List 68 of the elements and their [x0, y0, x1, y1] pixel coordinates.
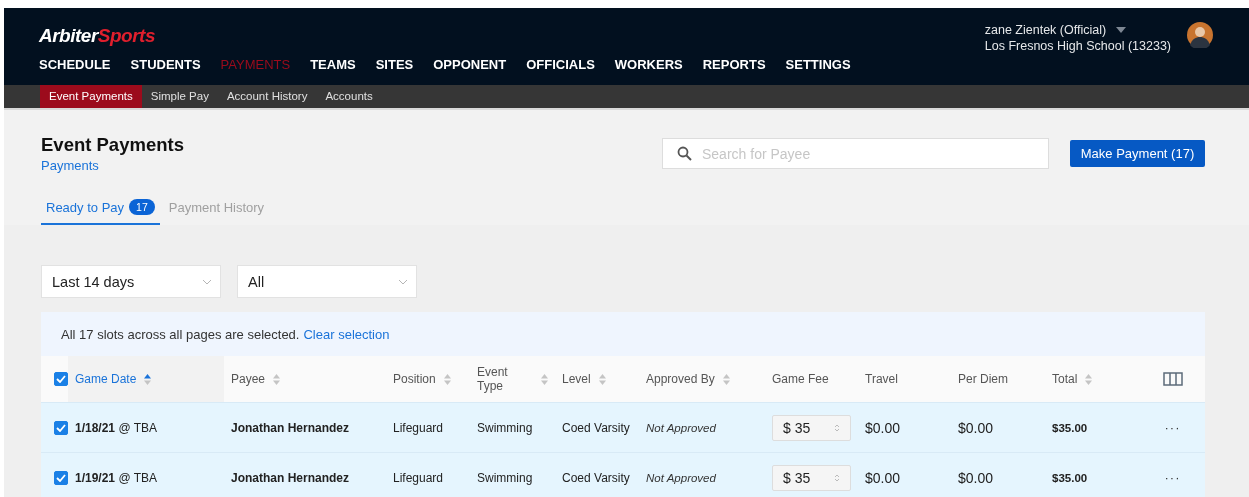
filter-dropdown[interactable]: All — [237, 265, 417, 298]
clear-selection-link[interactable]: Clear selection — [303, 326, 390, 342]
columns-icon[interactable] — [1162, 372, 1183, 386]
column-header[interactable]: Approved By — [639, 356, 765, 402]
nav-item[interactable]: SITES — [375, 57, 414, 72]
table-cell: Lifeguard — [393, 420, 444, 435]
column-header[interactable]: Total — [1045, 356, 1140, 402]
subnav-item[interactable]: Event Payments — [40, 85, 142, 108]
per-diem-cell: $0.00 — [958, 469, 994, 486]
column-header[interactable]: Game Date — [68, 356, 224, 402]
game-date-cell: 1/19/21 @ TBA — [75, 470, 158, 485]
payee-cell: Jonathan Hernandez — [231, 470, 350, 485]
tab-label[interactable]: Ready to Pay — [46, 199, 125, 215]
avatar-icon[interactable] — [1187, 22, 1213, 48]
nav-item[interactable]: SCHEDULE — [39, 57, 111, 72]
nav-item[interactable]: REPORTS — [702, 57, 766, 72]
search-field[interactable]: Search for Payee — [662, 138, 1049, 169]
nav-item[interactable]: OFFICIALS — [526, 57, 595, 72]
select-all-checkbox[interactable] — [54, 372, 68, 386]
user-name[interactable]: zane Zientek (Official) — [984, 22, 1107, 38]
count-badge: 17 — [129, 199, 155, 215]
selection-message: All 17 slots across all pages are selected. — [61, 326, 300, 342]
search-icon — [677, 146, 692, 161]
more-menu[interactable]: ··· — [1164, 470, 1181, 485]
game-fee-field[interactable]: $ 35 — [772, 464, 851, 491]
filter-dropdown[interactable]: Last 14 days — [41, 265, 221, 298]
subnav-item[interactable]: Accounts — [316, 85, 382, 108]
nav-item[interactable]: WORKERS — [614, 57, 683, 72]
nav-item[interactable]: TEAMS — [310, 57, 356, 72]
subnav-item[interactable]: Simple Pay — [141, 85, 218, 108]
tab[interactable]: Ready to Pay 17 — [41, 199, 160, 225]
column-header[interactable]: Game Fee — [765, 356, 858, 402]
make-payment-button[interactable]: Make Payment (17) — [1070, 140, 1205, 167]
chevron-icon — [202, 278, 212, 285]
game-date-cell: 1/18/21 @ TBA — [75, 420, 158, 435]
table-cell: Swimming — [477, 470, 533, 485]
total-cell: $35.00 — [1052, 421, 1088, 434]
nav-item[interactable]: STUDENTS — [130, 57, 201, 72]
approval-status: Not Approved — [646, 471, 716, 484]
game-fee-field[interactable]: $ 35 — [772, 414, 851, 441]
total-cell: $35.00 — [1052, 471, 1088, 484]
logo[interactable]: ArbiterSports — [39, 25, 155, 47]
table-cell: Coed Varsity — [562, 420, 630, 435]
travel-cell: $0.00 — [865, 469, 901, 486]
approval-status: Not Approved — [646, 421, 716, 434]
row-checkbox[interactable] — [54, 470, 68, 485]
chevron-icon — [398, 278, 408, 285]
travel-cell: $0.00 — [865, 419, 901, 436]
column-header[interactable]: Event Type — [470, 356, 555, 402]
organization-name: Los Fresnos High School (13233) — [984, 38, 1171, 54]
nav-item[interactable]: SETTINGS — [785, 57, 851, 72]
table-cell: Lifeguard — [393, 470, 444, 485]
page-title: Event Payments — [41, 134, 184, 156]
column-header[interactable]: Payee — [224, 356, 386, 402]
column-header[interactable]: Level — [555, 356, 639, 402]
table-cell: Coed Varsity — [562, 470, 630, 485]
table-cell: Swimming — [477, 420, 533, 435]
payee-cell: Jonathan Hernandez — [231, 420, 350, 435]
subnav-item[interactable]: Account History — [217, 85, 317, 108]
caret-icon[interactable] — [1116, 27, 1127, 33]
more-menu[interactable]: ··· — [1164, 420, 1181, 435]
column-header[interactable]: Position — [386, 356, 470, 402]
row-checkbox[interactable] — [54, 420, 68, 435]
column-header[interactable]: Per Diem — [951, 356, 1045, 402]
breadcrumb-link[interactable]: Payments — [41, 158, 184, 173]
per-diem-cell: $0.00 — [958, 419, 994, 436]
column-header[interactable]: Travel — [858, 356, 951, 402]
nav-item[interactable]: OPPONENT — [433, 57, 507, 72]
